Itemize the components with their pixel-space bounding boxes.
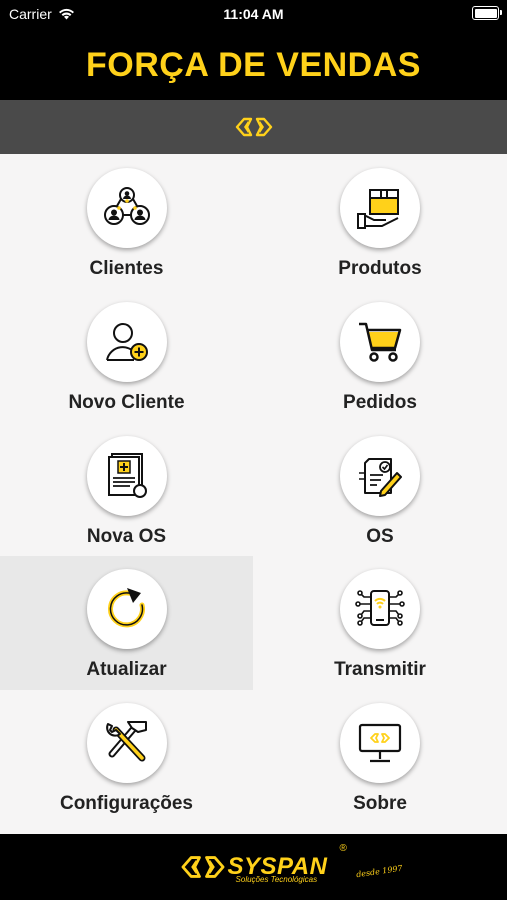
add-user-icon [105,322,148,361]
menu-item-atualizar[interactable]: Atualizar [0,556,253,691]
menu-item-label: Nova OS [86,525,167,547]
brand-tagline: Soluções Tecnológicas [235,875,318,884]
monitor-logo-icon [358,724,402,763]
main-menu-grid: Clientes Produtos Novo Cliente Pedidos N… [0,155,507,834]
footer: SYSPAN ® Soluções Tecnológicas desde 199… [0,834,507,900]
app-title: FORÇA DE VENDAS [86,45,421,84]
menu-item-label: Atualizar [86,659,167,681]
tools-icon [105,721,147,762]
menu-item-os[interactable]: OS [253,423,507,557]
status-bar: Carrier 11:04 AM [0,0,507,30]
syspan-brand: SYSPAN ® Soluções Tecnológicas desde 199… [180,843,403,884]
syspan-logo-icon [181,856,225,878]
syspan-logo-icon [235,117,272,137]
menu-item-label: Transmitir [334,659,426,681]
menu-item-pedidos[interactable]: Pedidos [253,289,507,423]
menu-item-transmitir[interactable]: Transmitir [253,556,507,690]
menu-item-label: Sobre [353,793,407,815]
registered-mark: ® [339,843,347,854]
menu-item-label: Clientes [89,258,164,279]
clients-group-icon [103,187,150,225]
brand-since: desde 1997 [355,863,403,880]
menu-item-label: OS [366,525,394,547]
menu-item-nova-os[interactable]: Nova OS [0,423,253,557]
menu-item-clientes[interactable]: Clientes [0,155,253,289]
menu-item-label: Novo Cliente [68,391,185,413]
menu-item-label: Produtos [338,258,422,279]
shopping-cart-icon [359,322,402,362]
service-order-icon [359,457,402,497]
menu-item-label: Configurações [59,793,194,815]
battery-icon [472,6,502,20]
menu-item-novo-cliente[interactable]: Novo Cliente [0,289,253,423]
new-document-icon [107,452,147,498]
app-header: FORÇA DE VENDAS [0,30,507,100]
transmit-phone-icon [355,590,405,627]
refresh-icon [107,588,145,628]
product-box-hand-icon [357,189,399,229]
menu-item-label: Pedidos [343,391,417,413]
logo-bar [0,100,507,154]
clock: 11:04 AM [223,6,284,22]
menu-item-produtos[interactable]: Produtos [253,155,507,289]
menu-item-sobre[interactable]: Sobre [253,690,507,824]
menu-item-configuracoes[interactable]: Configurações [0,690,253,824]
